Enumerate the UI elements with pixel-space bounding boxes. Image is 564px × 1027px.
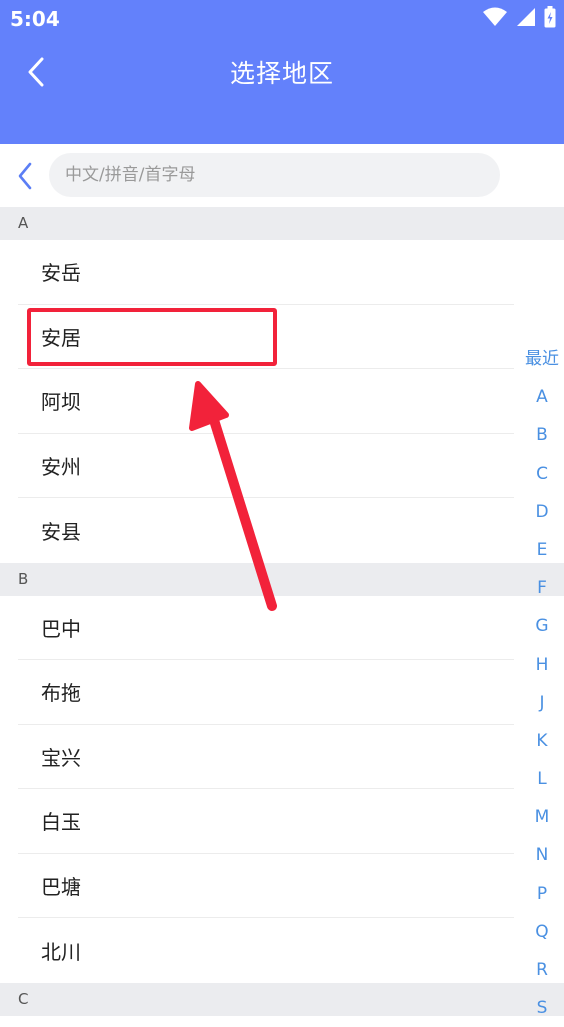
list-item[interactable]: 北川 (18, 918, 514, 983)
index-item-c[interactable]: C (536, 455, 548, 493)
index-item-g[interactable]: G (535, 607, 548, 645)
page-title: 选择地区 (229, 59, 334, 88)
index-item-recent[interactable]: 最近 (525, 340, 559, 378)
index-item-q[interactable]: Q (535, 913, 548, 951)
section-header-b: B (0, 562, 564, 596)
list-item[interactable]: 白玉 (18, 789, 514, 854)
list-item[interactable]: 巴塘 (18, 854, 514, 918)
search-row (0, 144, 564, 207)
index-item-d[interactable]: D (535, 493, 548, 531)
list-item[interactable]: 阿坝 (18, 369, 514, 434)
status-time: 5:04 (10, 7, 60, 31)
index-item-b[interactable]: B (536, 416, 548, 454)
list-item[interactable]: 宝兴 (18, 725, 514, 789)
wifi-icon (482, 7, 508, 31)
index-item-a[interactable]: A (536, 378, 548, 416)
alphabet-index-bar[interactable]: 最近 A B C D E F G H J K L M N P Q R S (520, 340, 564, 1027)
signal-icon (516, 7, 536, 31)
list-item[interactable]: 巴中 (18, 596, 514, 660)
index-item-e[interactable]: E (537, 531, 548, 569)
section-header-c: C (0, 982, 564, 1016)
title-bar: 选择地区 (0, 44, 564, 100)
list-item[interactable]: 安州 (18, 434, 514, 498)
city-list: A 安岳 安居 阿坝 安州 安县 B 巴中 布拖 宝兴 白玉 巴塘 北川 C (0, 207, 564, 1016)
list-item[interactable]: 布拖 (18, 660, 514, 725)
index-item-m[interactable]: M (535, 798, 550, 836)
battery-icon (544, 6, 556, 32)
list-item[interactable]: 安岳 (18, 240, 514, 305)
list-item[interactable]: 安居 (18, 305, 514, 369)
index-item-p[interactable]: P (537, 875, 547, 913)
index-item-h[interactable]: H (536, 646, 549, 684)
status-icons (482, 6, 556, 32)
index-item-l[interactable]: L (537, 760, 546, 798)
index-item-f[interactable]: F (537, 569, 547, 607)
section-header-a: A (0, 207, 564, 240)
index-item-j[interactable]: J (539, 684, 544, 722)
index-item-n[interactable]: N (536, 836, 549, 874)
search-back-button[interactable] (8, 156, 42, 196)
status-bar: 5:04 (0, 0, 564, 40)
list-item[interactable]: 安县 (18, 498, 514, 563)
index-item-s[interactable]: S (537, 989, 548, 1027)
index-item-k[interactable]: K (536, 722, 547, 760)
app-header: 5:04 选择地区 (0, 0, 564, 144)
index-item-r[interactable]: R (536, 951, 548, 989)
search-input[interactable] (49, 153, 500, 197)
chevron-left-icon (18, 162, 32, 190)
